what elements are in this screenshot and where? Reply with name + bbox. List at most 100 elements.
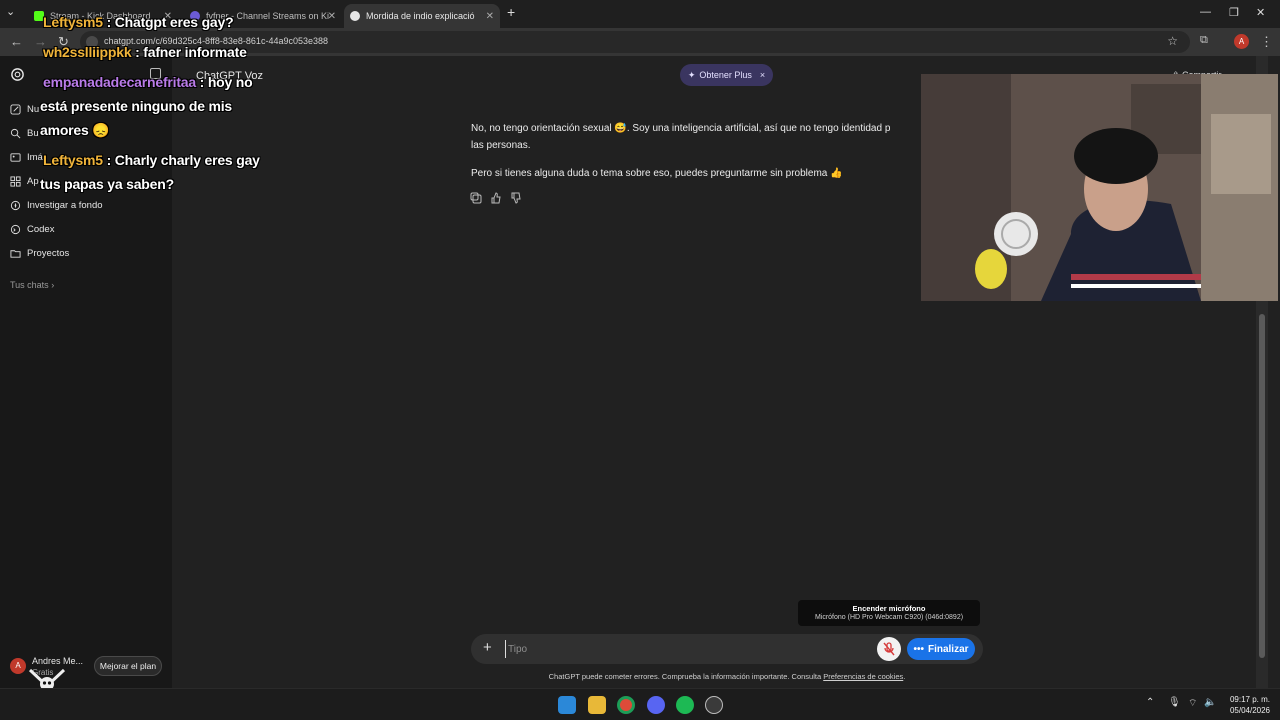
extensions-icon[interactable]: ⧉ <box>1200 34 1208 47</box>
bookmark-star-icon[interactable]: ☆ <box>1167 34 1178 48</box>
sidebar-item-images[interactable]: Imá <box>10 152 43 163</box>
mic-off-icon <box>883 642 895 656</box>
assistant-message-line: No, no tengo orientación sexual 😅. Soy u… <box>471 123 891 134</box>
menu-icon[interactable]: ⋮ <box>1260 34 1273 50</box>
thumbs-down-icon[interactable] <box>510 192 522 204</box>
user-name[interactable]: Andres Me... <box>32 656 83 666</box>
sidebar-item-label: Codex <box>27 224 55 235</box>
chat-message: : Chatgpt eres gay? <box>102 14 234 30</box>
message-composer: + ••• Finalizar <box>471 634 983 664</box>
app-icon[interactable] <box>705 696 723 714</box>
chat-username: Leftysm5 <box>43 152 103 168</box>
upgrade-plan-button[interactable]: Mejorar el plan <box>94 656 162 676</box>
volume-icon[interactable]: 🔈 <box>1204 697 1216 708</box>
cookie-preferences-link[interactable]: Preferencias de cookies <box>823 672 903 681</box>
edit-icon <box>10 104 21 115</box>
sidebar-item-new-chat[interactable]: Nu <box>10 104 39 115</box>
your-chats-header[interactable]: Tus chats › <box>10 280 54 290</box>
discord-icon[interactable] <box>647 696 665 714</box>
restore-icon[interactable]: ❐ <box>1229 6 1239 19</box>
chat-message: está presente ninguno de mis <box>40 98 232 114</box>
close-icon[interactable]: ✕ <box>486 11 494 22</box>
close-icon[interactable]: × <box>760 70 765 80</box>
add-attachment-icon[interactable]: + <box>483 639 492 656</box>
sidebar-item-search[interactable]: Bu <box>10 128 39 139</box>
chat-overlay-line: empanadadecarnefritaa : hoy no <box>43 74 253 90</box>
get-plus-button[interactable]: ✦ Obtener Plus × <box>680 64 773 86</box>
windows-start-icon[interactable] <box>558 696 576 714</box>
chat-overlay-line: amores 😞 <box>40 122 110 139</box>
new-tab-icon[interactable]: + <box>507 4 515 20</box>
chat-username: empanadadecarnefritaa <box>43 74 196 90</box>
your-chats-label: Tus chats <box>10 280 49 290</box>
back-icon[interactable]: ← <box>10 34 23 49</box>
sidebar: Nu Bu Imá Ap Investigar a fondo Codex Pr… <box>0 56 172 704</box>
chat-overlay-line: wh2sslliippkk : fafner informate <box>43 44 247 60</box>
sidebar-item-label: Imá <box>27 152 43 163</box>
tray-chevron-icon[interactable]: ⌃ <box>1146 697 1154 708</box>
scrollbar-thumb[interactable] <box>1259 314 1265 658</box>
assistant-message-line: las personas. <box>471 140 531 151</box>
folder-icon <box>10 250 21 258</box>
sidebar-item-label: Proyectos <box>27 248 70 259</box>
search-icon <box>10 128 21 139</box>
minimize-icon[interactable]: — <box>1200 6 1211 18</box>
message-input[interactable] <box>505 640 865 658</box>
spotify-icon[interactable] <box>676 696 694 714</box>
finish-label: Finalizar <box>927 643 969 655</box>
tab-search-icon[interactable]: ⌄ <box>6 5 15 18</box>
user-avatar[interactable]: A <box>10 658 26 674</box>
sidebar-item-projects[interactable]: Proyectos <box>10 248 69 259</box>
tab-label: Mordida de indio explicació <box>366 11 475 21</box>
chat-username: Leftysm5 <box>43 14 103 30</box>
chat-message: amores 😞 <box>40 122 110 138</box>
apps-icon <box>10 176 21 187</box>
sidebar-item-apps[interactable]: Ap <box>10 176 39 187</box>
chat-overlay-line: tus papas ya saben? <box>40 176 174 192</box>
chrome-icon[interactable] <box>617 696 635 714</box>
chat-overlay-line: Leftysm5 : Charly charly eres gay <box>43 152 260 168</box>
microphone-button[interactable] <box>877 637 901 661</box>
sidebar-item-label: Nu <box>27 104 40 115</box>
tooltip-title: Encender micrófono <box>852 604 926 613</box>
chat-message: : fafner informate <box>131 44 247 60</box>
webcam-overlay <box>921 74 1278 301</box>
clock-time[interactable]: 09:17 p. m. <box>1226 695 1270 704</box>
codex-icon <box>10 224 21 235</box>
chevron-right-icon: › <box>51 280 55 290</box>
image-icon <box>10 153 21 162</box>
mic-tooltip: Encender micrófono Micrófono (HD Pro Web… <box>798 600 980 626</box>
chat-message: : Charly charly eres gay <box>102 152 260 168</box>
research-icon <box>10 200 21 211</box>
copy-icon[interactable] <box>470 192 482 204</box>
close-icon[interactable]: ✕ <box>328 11 336 22</box>
disclaimer-suffix: . <box>903 672 906 681</box>
profile-avatar[interactable]: A <box>1234 34 1249 49</box>
message-actions <box>470 192 522 204</box>
finish-voice-button[interactable]: ••• Finalizar <box>907 638 975 660</box>
clock-date[interactable]: 05/04/2026 <box>1222 706 1270 715</box>
wifi-icon[interactable]: ⌔ <box>1188 697 1197 710</box>
sparkle-icon: ✦ <box>687 69 696 80</box>
close-window-icon[interactable]: ✕ <box>1256 6 1265 19</box>
chat-username: wh2sslliippkk <box>43 44 132 60</box>
tooltip-subtitle: Micrófono (HD Pro Webcam C920) (046d:089… <box>814 614 964 621</box>
assistant-message-line: Pero si tienes alguna duda o tema sobre … <box>471 168 843 179</box>
chat-message: : hoy no <box>195 74 253 90</box>
tab-chatgpt[interactable]: Mordida de indio explicació ✕ <box>344 4 500 28</box>
sidebar-item-codex[interactable]: Codex <box>10 224 54 235</box>
sidebar-item-label: Bu <box>27 128 39 139</box>
microphone-tray-icon[interactable]: 🎙 <box>1168 697 1181 708</box>
windows-taskbar: ⌃ 🎙 ⌔ 🔈 09:17 p. m. 05/04/2026 <box>0 688 1280 720</box>
chatgpt-logo-icon[interactable] <box>10 67 25 82</box>
sidebar-item-label: Investigar a fondo <box>27 200 103 211</box>
sidebar-item-label: Ap <box>27 176 39 187</box>
chat-overlay-line: Leftysm5 : Chatgpt eres gay? <box>43 14 234 30</box>
get-plus-label: Obtener Plus <box>699 70 752 80</box>
file-explorer-icon[interactable] <box>588 696 606 714</box>
sidebar-item-deep-research[interactable]: Investigar a fondo <box>10 200 103 211</box>
chat-message: tus papas ya saben? <box>40 176 174 192</box>
chat-overlay-line: está presente ninguno de mis <box>40 98 232 114</box>
chatgpt-favicon-icon <box>350 11 360 21</box>
thumbs-up-icon[interactable] <box>490 192 502 204</box>
